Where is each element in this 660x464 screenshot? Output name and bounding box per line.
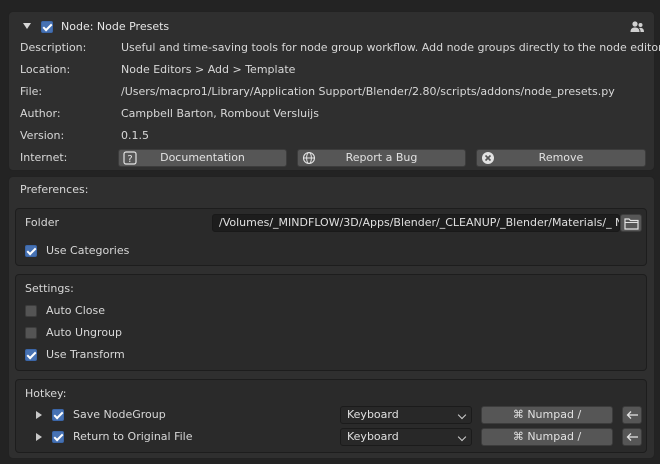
folder-icon — [624, 218, 639, 230]
hotkey-key-value: ⌘ Numpad / — [512, 408, 582, 421]
author-value: Campbell Barton, Rombout Versluijs — [121, 107, 319, 120]
hotkey-enabled-checkbox[interactable] — [52, 431, 64, 443]
description-value: Useful and time-saving tools for node gr… — [121, 41, 660, 54]
description-label: Description: — [20, 41, 87, 54]
close-icon — [482, 152, 494, 164]
chevron-down-icon — [457, 432, 467, 442]
auto-close-label: Auto Close — [46, 304, 106, 317]
location-label: Location: — [20, 63, 71, 76]
users-icon — [630, 21, 644, 32]
hotkey-enabled-checkbox[interactable] — [52, 409, 64, 421]
hotkey-restore-button[interactable] — [622, 406, 642, 424]
use-categories-checkbox[interactable] — [25, 245, 37, 257]
hotkey-label: Hotkey: — [25, 387, 67, 400]
auto-ungroup-label: Auto Ungroup — [46, 326, 123, 339]
hotkey-key-button[interactable]: ⌘ Numpad / — [481, 428, 613, 446]
folder-browse-button[interactable] — [620, 214, 642, 232]
version-value: 0.1.5 — [121, 129, 149, 142]
hotkey-name: Return to Original File — [73, 430, 193, 443]
back-arrow-icon — [626, 433, 638, 441]
auto-ungroup-checkbox[interactable] — [25, 327, 37, 339]
author-label: Author: — [20, 107, 61, 120]
location-value: Node Editors > Add > Template — [121, 63, 296, 76]
remove-label: Remove — [538, 151, 584, 164]
remove-button[interactable]: Remove — [476, 149, 646, 167]
internet-label: Internet: — [20, 151, 68, 164]
hotkey-device-value: Keyboard — [347, 408, 399, 421]
folder-path-field[interactable]: /Volumes/_MINDFLOW/3D/Apps/Blender/_CLEA… — [212, 214, 620, 232]
settings-label: Settings: — [25, 282, 74, 295]
hotkey-device-select[interactable]: Keyboard — [340, 428, 472, 446]
expand-arrow-icon[interactable] — [36, 411, 42, 419]
report-bug-label: Report a Bug — [345, 151, 418, 164]
use-transform-label: Use Transform — [46, 348, 125, 361]
version-label: Version: — [20, 129, 65, 142]
use-categories-label: Use Categories — [46, 244, 130, 257]
folder-label: Folder — [25, 216, 59, 229]
hotkey-name: Save NodeGroup — [73, 408, 166, 421]
hotkey-restore-button[interactable] — [622, 428, 642, 446]
help-icon: ? — [123, 151, 137, 165]
hotkey-device-select[interactable]: Keyboard — [340, 406, 472, 424]
hotkey-device-value: Keyboard — [347, 430, 399, 443]
documentation-label: Documentation — [160, 151, 245, 164]
file-label: File: — [20, 85, 43, 98]
preferences-label: Preferences: — [20, 183, 89, 196]
report-bug-button[interactable]: Report a Bug — [297, 149, 466, 167]
use-transform-checkbox[interactable] — [25, 349, 37, 361]
documentation-button[interactable]: ? Documentation — [118, 149, 287, 167]
globe-icon — [302, 151, 316, 165]
addon-enabled-checkbox[interactable] — [41, 21, 53, 33]
hotkey-key-value: ⌘ Numpad / — [512, 430, 582, 443]
hotkey-key-button[interactable]: ⌘ Numpad / — [481, 406, 613, 424]
addon-title: Node: Node Presets — [61, 20, 170, 33]
chevron-down-icon — [457, 410, 467, 420]
expand-arrow-icon[interactable] — [36, 433, 42, 441]
back-arrow-icon — [626, 411, 638, 419]
svg-text:?: ? — [127, 154, 132, 165]
file-value: /Users/macpro1/Library/Application Suppo… — [121, 85, 615, 98]
collapse-arrow-icon[interactable] — [23, 23, 31, 29]
auto-close-checkbox[interactable] — [25, 305, 37, 317]
